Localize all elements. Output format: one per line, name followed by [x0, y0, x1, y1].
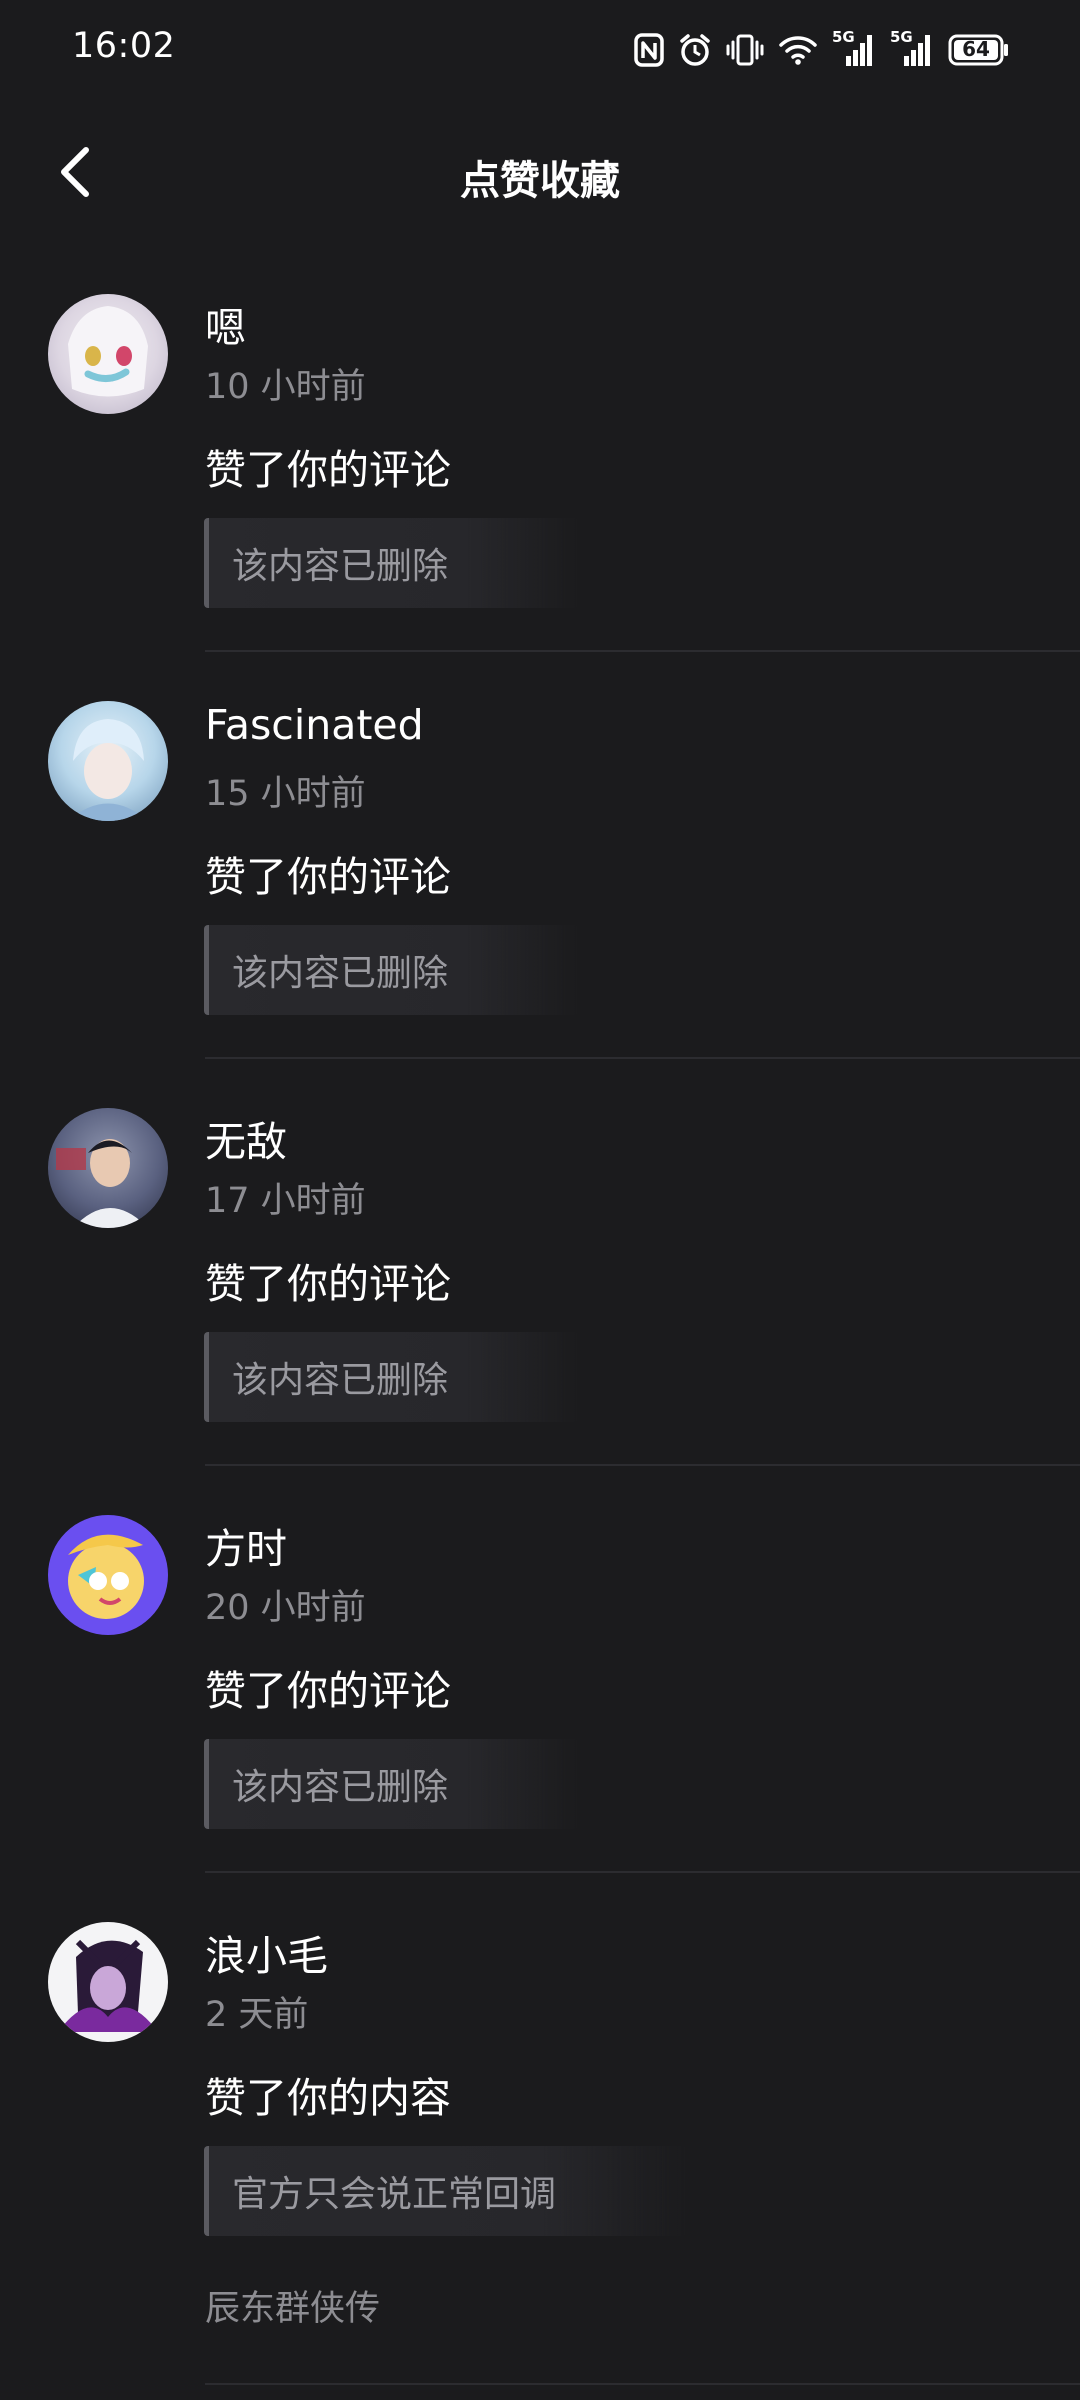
- nfc-icon: [634, 33, 664, 67]
- battery-icon: 64: [948, 33, 1010, 67]
- page-title: 点赞收藏: [460, 158, 620, 204]
- quoted-text: 该内容已删除: [232, 953, 449, 994]
- quoted-text: 该内容已删除: [232, 1767, 449, 1808]
- alarm-icon: [678, 33, 712, 67]
- header: 点赞收藏: [0, 110, 1080, 230]
- quoted-content[interactable]: 官方只会说正常回调: [204, 2146, 687, 2236]
- signal-5g-icon: 5G: [890, 28, 934, 68]
- username[interactable]: 无敌: [205, 1108, 287, 1168]
- timestamp: 10 小时前: [205, 367, 366, 407]
- battery-level: 64: [962, 37, 990, 61]
- source-label[interactable]: 辰东群侠传: [205, 2280, 380, 2331]
- username[interactable]: 嗯: [205, 294, 246, 354]
- action-text: 赞了你的评论: [205, 446, 451, 494]
- notification-item[interactable]: Fascinated 15 小时前 赞了你的评论 该内容已删除: [0, 697, 1080, 1059]
- status-icons: 5G 5G 64: [634, 28, 1010, 72]
- notification-item[interactable]: 无敌 17 小时前 赞了你的评论 该内容已删除: [0, 1104, 1080, 1466]
- avatar[interactable]: [48, 701, 168, 821]
- action-text: 赞了你的评论: [205, 1260, 451, 1308]
- username[interactable]: 方时: [205, 1515, 287, 1575]
- divider: [205, 1464, 1080, 1466]
- wifi-icon: [778, 33, 818, 67]
- timestamp: 20 小时前: [205, 1588, 366, 1628]
- timestamp: 17 小时前: [205, 1181, 366, 1221]
- avatar[interactable]: [48, 1108, 168, 1228]
- avatar[interactable]: [48, 1922, 168, 2042]
- quoted-content[interactable]: 该内容已删除: [204, 518, 579, 608]
- quoted-content[interactable]: 该内容已删除: [204, 925, 579, 1015]
- quoted-text: 该内容已删除: [232, 1360, 449, 1401]
- action-text: 赞了你的评论: [205, 853, 451, 901]
- signal-5g-icon: 5G: [832, 28, 876, 68]
- divider: [205, 2383, 1080, 2385]
- status-bar: 16:02 5G 5G 64: [0, 0, 1080, 100]
- timestamp: 2 天前: [205, 1995, 309, 2035]
- notification-item[interactable]: 嗯 10 小时前 赞了你的评论 该内容已删除: [0, 290, 1080, 652]
- status-time: 16:02: [72, 26, 176, 66]
- notification-item[interactable]: 浪小毛 2 天前 赞了你的内容 官方只会说正常回调 辰东群侠传: [0, 1918, 1080, 2385]
- action-text: 赞了你的评论: [205, 1667, 451, 1715]
- avatar[interactable]: [48, 294, 168, 414]
- divider: [205, 1057, 1080, 1059]
- notification-item[interactable]: 方时 20 小时前 赞了你的评论 该内容已删除: [0, 1511, 1080, 1873]
- quoted-text: 官方只会说正常回调: [232, 2174, 557, 2215]
- username[interactable]: Fascinated: [205, 701, 424, 749]
- avatar[interactable]: [48, 1515, 168, 1635]
- vibrate-icon: [726, 33, 764, 67]
- divider: [205, 1871, 1080, 1873]
- divider: [205, 650, 1080, 652]
- action-text: 赞了你的内容: [205, 2074, 451, 2122]
- quoted-content[interactable]: 该内容已删除: [204, 1332, 579, 1422]
- timestamp: 15 小时前: [205, 774, 366, 814]
- quoted-text: 该内容已删除: [232, 546, 449, 587]
- quoted-content[interactable]: 该内容已删除: [204, 1739, 579, 1829]
- username[interactable]: 浪小毛: [205, 1922, 328, 1982]
